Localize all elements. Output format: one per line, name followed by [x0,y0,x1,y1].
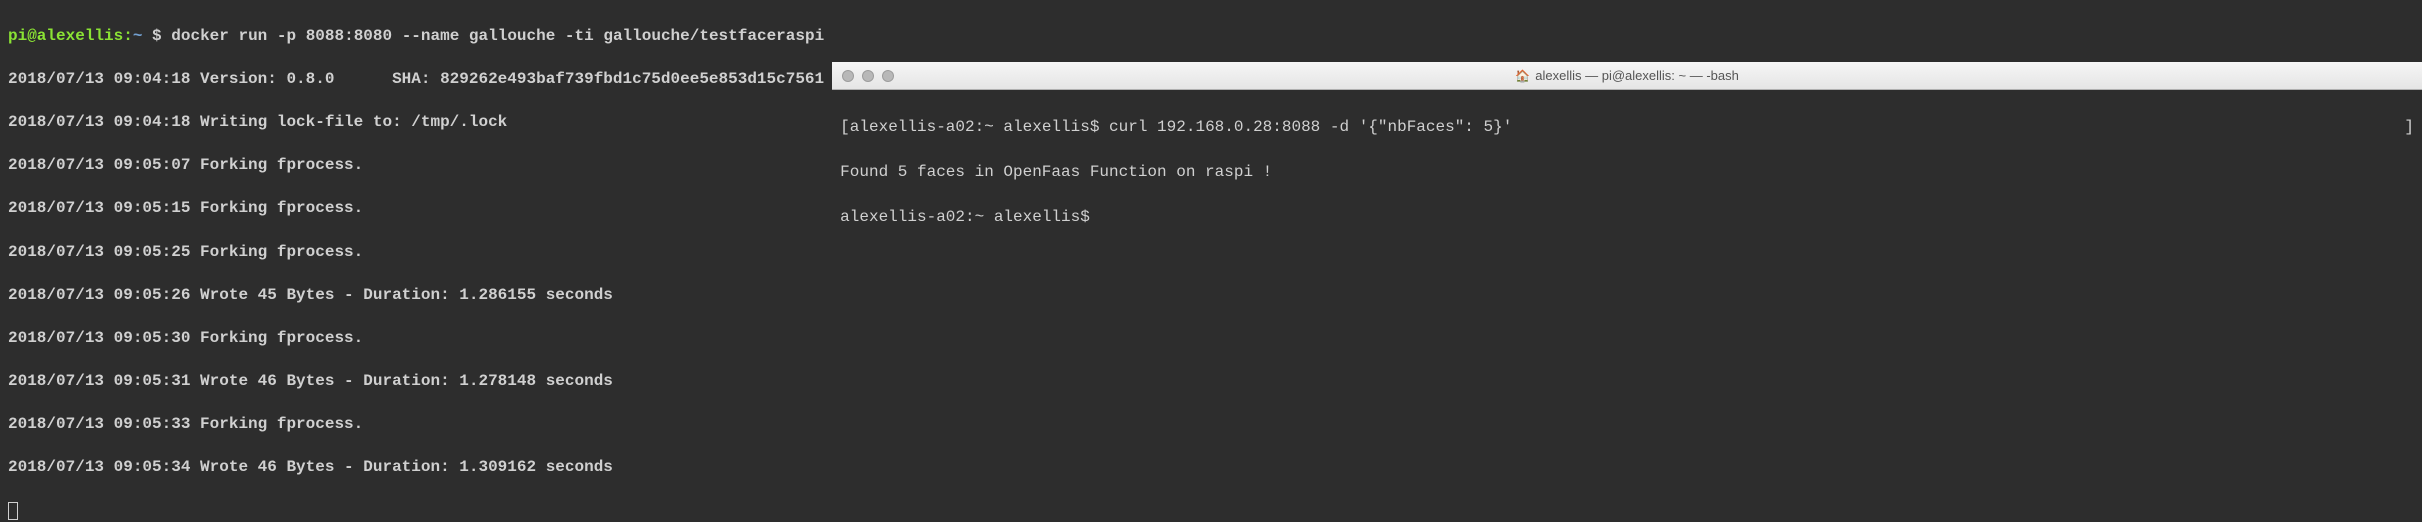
output-line: 2018/07/13 09:04:18 Version: 0.8.0 SHA: … [8,69,824,91]
output-line: 2018/07/13 09:05:30 Forking fprocess. [8,328,824,350]
output-line: 2018/07/13 09:04:18 Writing lock-file to… [8,112,824,134]
prompt-user: alexellis$ [1003,118,1099,136]
command-text: curl 192.168.0.28:8088 -d '{"nbFaces": 5… [1109,118,1512,136]
prompt-path: ~ [133,27,143,45]
window-title-text: alexellis — pi@alexellis: ~ — -bash [1535,68,1739,83]
output-line: 2018/07/13 09:05:34 Wrote 46 Bytes - Dur… [8,457,824,479]
output-line: 2018/07/13 09:05:07 Forking fprocess. [8,155,824,177]
prompt-path: ~ [984,118,994,136]
output-line: Found 5 faces in OpenFaas Function on ra… [840,161,2414,183]
output-line: 2018/07/13 09:05:25 Forking fprocess. [8,242,824,264]
command-text: docker run -p 8088:8080 --name gallouche… [171,27,824,45]
maximize-button[interactable] [882,70,894,82]
traffic-lights [842,70,894,82]
output-line: 2018/07/13 09:05:31 Wrote 46 Bytes - Dur… [8,371,824,393]
right-terminal[interactable]: [alexellis-a02:~ alexellis$ curl 192.168… [832,90,2422,508]
prompt-path: ~ [975,208,985,226]
cursor [8,502,18,520]
minimize-button[interactable] [862,70,874,82]
prompt-host: alexellis-a02: [850,118,984,136]
prompt-symbol: $ [152,27,162,45]
close-button[interactable] [842,70,854,82]
prompt-user: alexellis$ [994,208,1090,226]
prompt-host: alexellis-a02: [840,208,974,226]
output-line: 2018/07/13 09:05:26 Wrote 45 Bytes - Dur… [8,285,824,307]
left-terminal[interactable]: pi@alexellis:~ $ docker run -p 8088:8080… [0,0,832,508]
window-titlebar[interactable]: 🏠 alexellis — pi@alexellis: ~ — -bash [832,62,2422,90]
window-title: 🏠 alexellis — pi@alexellis: ~ — -bash [1515,68,1739,83]
output-line: 2018/07/13 09:05:15 Forking fprocess. [8,198,824,220]
prompt-user: pi@alexellis [8,27,123,45]
home-icon: 🏠 [1515,69,1530,83]
output-line: 2018/07/13 09:05:33 Forking fprocess. [8,414,824,436]
right-window: 🏠 alexellis — pi@alexellis: ~ — -bash [a… [832,62,2422,508]
